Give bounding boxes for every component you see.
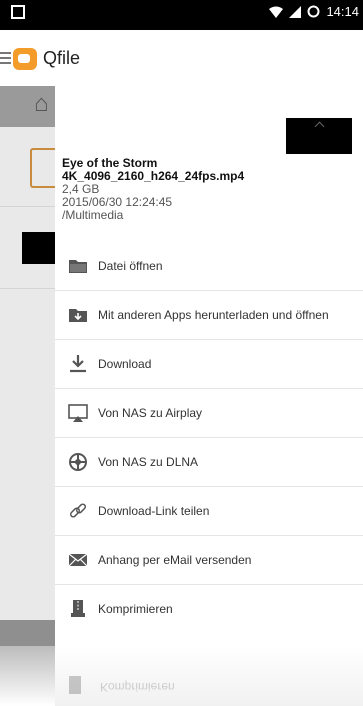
compress-reflection-icon (69, 676, 81, 694)
folder-open-icon (69, 260, 87, 273)
compress-icon (71, 600, 85, 617)
menu-item-label: Anhang per eMail versenden (98, 553, 252, 567)
folder-icon (30, 148, 58, 188)
background-footer (0, 620, 55, 646)
signal-icon (289, 5, 302, 18)
wifi-icon (269, 6, 284, 18)
menu-item-label: Von NAS zu Airplay (98, 406, 203, 420)
reflection-label: Komprimieren (100, 680, 175, 694)
menu-item-label: Datei öffnen (98, 259, 163, 273)
thumbnail-placeholder (22, 232, 55, 264)
reflection-area: Komprimieren (0, 646, 363, 706)
mail-icon (68, 553, 88, 567)
video-thumbnail[interactable] (286, 118, 352, 154)
status-time: 14:14 (326, 4, 359, 19)
dlna-icon (69, 453, 87, 471)
file-info: Eye of the Storm 4K_4096_2160_h264_24fps… (62, 157, 358, 222)
reflection-strip (0, 646, 55, 706)
divider (0, 288, 55, 289)
status-bar: 14:14 (0, 0, 363, 30)
home-icon: ⌂ (34, 90, 49, 117)
folder-download-icon (69, 309, 87, 322)
download-icon (70, 355, 86, 373)
airplay-icon (68, 404, 88, 422)
divider (0, 206, 55, 207)
app-title: Qfile (43, 48, 81, 68)
menu-item-download-open-with[interactable]: Mit anderen Apps herunterladen und öffne… (55, 290, 363, 339)
menu-item-label: Komprimieren (98, 602, 173, 616)
menu-icon[interactable] (0, 52, 11, 64)
status-icons: 14:14 (269, 4, 359, 19)
menu-item-share-link[interactable]: Download-Link teilen (55, 486, 363, 535)
menu-item-label: Download-Link teilen (98, 504, 210, 518)
background-file-list: ⌂ (0, 86, 58, 646)
file-actions-panel: Eye of the Storm 4K_4096_2160_h264_24fps… (55, 86, 363, 646)
app-bar: Qfile (0, 30, 363, 86)
menu-item-email-attachment[interactable]: Anhang per eMail versenden (55, 535, 363, 584)
file-name-line2: 4K_4096_2160_h264_24fps.mp4 (62, 169, 245, 183)
menu-item-dlna[interactable]: Von NAS zu DLNA (55, 437, 363, 486)
menu-item-label: Mit anderen Apps herunterladen und öffne… (98, 308, 329, 322)
chevron-up-icon (314, 121, 325, 132)
action-menu: Datei öffnen Mit anderen Apps herunterla… (55, 242, 363, 633)
menu-item-compress[interactable]: Komprimieren (55, 584, 363, 633)
menu-item-label: Von NAS zu DLNA (98, 455, 199, 469)
menu-item-label: Download (98, 357, 152, 371)
file-path: /Multimedia (62, 208, 124, 222)
menu-item-download[interactable]: Download (55, 339, 363, 388)
battery-ring-icon (307, 5, 320, 18)
qfile-logo-icon (13, 48, 37, 70)
link-icon (69, 503, 87, 518)
menu-item-airplay[interactable]: Von NAS zu Airplay (55, 388, 363, 437)
notification-icon (11, 5, 25, 19)
menu-item-open-file[interactable]: Datei öffnen (55, 242, 363, 290)
